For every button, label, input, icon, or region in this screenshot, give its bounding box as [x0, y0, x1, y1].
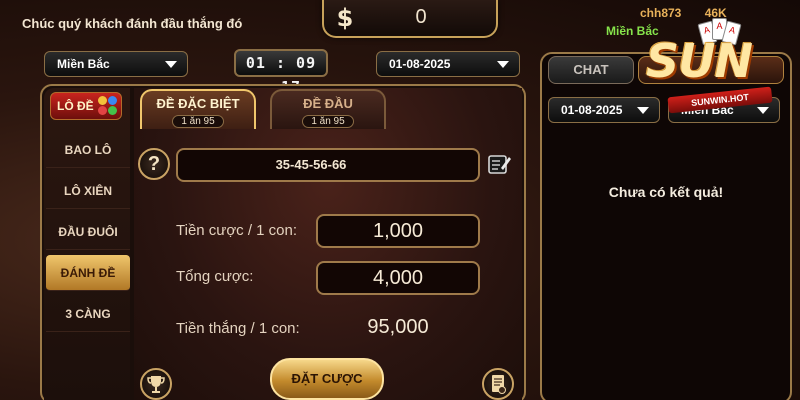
sidebar-item-3-cang[interactable]: 3 CÀNG: [46, 296, 130, 332]
total-label: Tổng cược:: [176, 268, 254, 285]
date-select[interactable]: 01-08-2025: [376, 51, 520, 77]
no-result-message: Chưa có kết quả!: [608, 184, 724, 200]
question-icon[interactable]: ?: [138, 148, 170, 180]
sidebar-item-dau-duoi[interactable]: ĐẦU ĐUÔI: [46, 214, 130, 250]
tab-de-dau[interactable]: ĐỀ ĐẦU 1 ăn 95: [270, 89, 386, 129]
brand-domain: SUNWIN.HOT: [667, 86, 773, 114]
tab-odds: 1 ăn 95: [172, 115, 224, 128]
date-select-value: 01-08-2025: [389, 57, 451, 71]
place-bet-button[interactable]: ĐẶT CƯỢC: [270, 358, 384, 400]
lottery-balls-icon: [96, 96, 120, 116]
chevron-down-icon: [497, 61, 509, 68]
results-date-value: 01-08-2025: [561, 103, 623, 117]
win-value: 95,000: [367, 316, 429, 338]
countdown-timer: 01 : 09 : 17: [234, 49, 328, 96]
bet-numbers-input[interactable]: 35-45-56-66: [176, 148, 480, 182]
total-value: 4,000: [316, 261, 480, 295]
chevron-down-icon: [165, 61, 177, 68]
dollar-icon: $: [336, 4, 354, 32]
sidebar-item-bao-lo[interactable]: BAO LÔ: [46, 132, 130, 168]
balance-display: $ 0: [322, 0, 498, 38]
brand-name: SUN: [646, 34, 753, 88]
tab-label: ĐỀ ĐẶC BIỆT: [156, 96, 240, 111]
receipt-icon[interactable]: [482, 368, 514, 400]
tab-chat[interactable]: CHAT: [548, 56, 634, 84]
region-select-value: Miền Bắc: [57, 57, 110, 71]
stake-label: Tiền cược / 1 con:: [176, 222, 298, 239]
win-label: Tiền thắng / 1 con:: [176, 320, 300, 337]
welcome-message: Chúc quý khách đánh đầu thắng đó: [22, 16, 243, 31]
tab-odds: 1 ăn 95: [302, 115, 354, 128]
edit-icon[interactable]: [488, 153, 512, 175]
sidebar-item-lo-xien[interactable]: LÔ XIÊN: [46, 173, 130, 209]
stake-input[interactable]: 1,000: [316, 214, 480, 248]
tab-label: ĐỀ ĐẦU: [303, 96, 353, 111]
tab-de-dac-biet[interactable]: ĐỀ ĐẶC BIỆT 1 ăn 95: [140, 89, 256, 129]
balance-value: 0: [415, 6, 427, 28]
sunwin-logo: A A A SUN SUNWIN.HOT: [640, 16, 796, 126]
trophy-icon[interactable]: [140, 368, 172, 400]
sidebar-item-danh-de[interactable]: ĐÁNH ĐỀ: [46, 255, 130, 291]
region-select[interactable]: Miền Bắc: [44, 51, 188, 77]
